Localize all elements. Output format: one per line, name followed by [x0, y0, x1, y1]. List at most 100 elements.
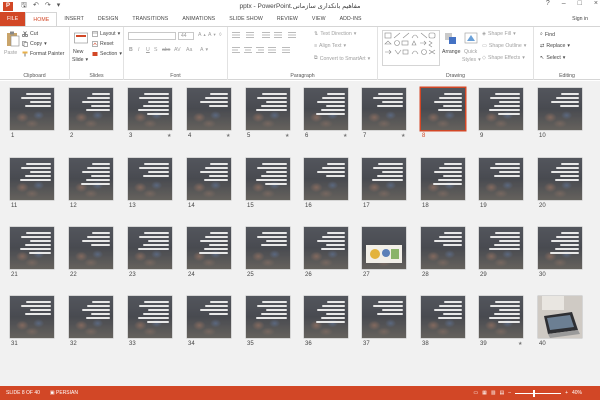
zoom-slider-thumb[interactable]	[532, 389, 535, 397]
slide-thumbnail-30[interactable]	[538, 227, 582, 269]
zoom-slider[interactable]	[515, 389, 562, 397]
maximize-button[interactable]: □	[578, 0, 582, 7]
slide-thumbnail-38[interactable]	[421, 296, 465, 338]
slide-thumbnail-16[interactable]	[304, 158, 348, 200]
slide-thumbnail-26[interactable]	[304, 227, 348, 269]
shapes-gallery[interactable]	[382, 30, 440, 66]
animation-star-icon[interactable]: ★	[401, 133, 405, 139]
font-color-button[interactable]: A ▾	[200, 47, 208, 53]
zoom-level[interactable]: 40%	[572, 390, 582, 396]
language-indicator[interactable]: ▣ PERSIAN	[50, 390, 78, 396]
slide-thumbnail-21[interactable]	[10, 227, 54, 269]
slide-thumbnail-5[interactable]	[246, 88, 290, 130]
slide-thumbnail-27[interactable]	[362, 227, 406, 269]
character-spacing-button[interactable]: AV	[174, 47, 181, 53]
powerpoint-app-icon[interactable]: P	[3, 1, 13, 11]
arrange-button[interactable]: Arrange	[442, 49, 460, 55]
tab-animations[interactable]: ANIMATIONS	[175, 12, 222, 26]
font-name-combo[interactable]	[128, 32, 176, 40]
reset-button[interactable]: Reset	[92, 41, 114, 47]
shape-effects-button[interactable]: ◇ Shape Effects ▾	[482, 55, 525, 61]
grow-font-button[interactable]: A ▴	[198, 32, 206, 38]
tab-review[interactable]: REVIEW	[270, 12, 305, 26]
redo-icon[interactable]: ↷	[45, 1, 51, 12]
undo-icon[interactable]: ↶	[33, 1, 39, 12]
slide-thumbnail-2[interactable]	[69, 88, 113, 130]
cut-button[interactable]: Cut	[22, 31, 38, 37]
sorter-view-icon[interactable]: ▦	[482, 390, 487, 396]
sign-in-link[interactable]: Sign in	[572, 16, 588, 22]
animation-star-icon[interactable]: ★	[343, 133, 347, 139]
arrange-icon[interactable]	[444, 31, 458, 47]
normal-view-icon[interactable]: ▭	[473, 390, 478, 396]
shape-fill-button[interactable]: ◈ Shape Fill ▾	[482, 31, 516, 37]
tab-add-ins[interactable]: ADD-INS	[333, 12, 369, 26]
quick-styles-button[interactable]: Quick	[464, 49, 477, 55]
new-slide-dropdown[interactable]: Slide ▾	[72, 57, 88, 63]
slide-thumbnail-22[interactable]	[69, 227, 113, 269]
slide-thumbnail-3[interactable]	[128, 88, 172, 130]
paste-icon[interactable]	[6, 31, 20, 47]
paste-button[interactable]: Paste	[4, 50, 17, 56]
clear-formatting-icon[interactable]: ◊	[219, 32, 222, 38]
slide-thumbnail-39[interactable]	[479, 296, 523, 338]
tab-insert[interactable]: INSERT	[57, 12, 91, 26]
text-shadow-button[interactable]: S	[154, 47, 157, 53]
slide-thumbnail-29[interactable]	[479, 227, 523, 269]
slide-thumbnail-10[interactable]	[538, 88, 582, 130]
slide-thumbnail-4[interactable]	[187, 88, 231, 130]
zoom-in-button[interactable]: +	[565, 390, 568, 396]
slide-thumbnail-28[interactable]	[421, 227, 465, 269]
slide-thumbnail-18[interactable]	[421, 158, 465, 200]
find-button[interactable]: ⌕ Find	[540, 31, 555, 38]
convert-smartart-button[interactable]: ⧉ Convert to SmartArt ▾	[314, 55, 370, 62]
animation-star-icon[interactable]: ★	[167, 133, 171, 139]
tab-view[interactable]: VIEW	[305, 12, 333, 26]
minimize-button[interactable]: –	[562, 0, 566, 7]
list-buttons-icon[interactable]	[232, 31, 312, 39]
tab-slide-show[interactable]: SLIDE SHOW	[222, 12, 270, 26]
slide-thumbnail-12[interactable]	[69, 158, 113, 200]
customize-qat-icon[interactable]: ▾	[57, 1, 61, 12]
save-icon[interactable]: 🖫	[21, 1, 27, 12]
section-button[interactable]: Section ▾	[92, 51, 122, 57]
new-slide-icon[interactable]	[74, 31, 88, 47]
slide-thumbnail-9[interactable]	[479, 88, 523, 130]
slide-thumbnail-8[interactable]	[421, 88, 465, 130]
underline-button[interactable]: U	[146, 47, 150, 53]
tab-home[interactable]: HOME	[25, 12, 58, 26]
quick-styles-icon[interactable]	[464, 31, 478, 47]
slideshow-view-icon[interactable]: ▤	[500, 390, 505, 396]
slide-thumbnail-24[interactable]	[187, 227, 231, 269]
select-button[interactable]: ↖ Select ▾	[540, 55, 565, 61]
slide-thumbnail-40[interactable]	[538, 296, 582, 338]
slide-thumbnail-34[interactable]	[187, 296, 231, 338]
text-direction-button[interactable]: ⇅ Text Direction ▾	[314, 31, 356, 37]
slide-thumbnail-6[interactable]	[304, 88, 348, 130]
shrink-font-button[interactable]: A ▾	[208, 32, 216, 38]
close-button[interactable]: ×	[594, 0, 598, 7]
animation-star-icon[interactable]: ★	[518, 341, 522, 347]
slide-thumbnail-1[interactable]	[10, 88, 54, 130]
slide-thumbnail-25[interactable]	[246, 227, 290, 269]
slide-thumbnail-32[interactable]	[69, 296, 113, 338]
bold-button[interactable]: B	[129, 47, 133, 53]
new-slide-button[interactable]: New	[73, 49, 83, 55]
slide-thumbnail-37[interactable]	[362, 296, 406, 338]
slide-thumbnail-13[interactable]	[128, 158, 172, 200]
alignment-buttons-icon[interactable]	[232, 46, 312, 54]
slide-thumbnail-17[interactable]	[362, 158, 406, 200]
tab-design[interactable]: DESIGN	[91, 12, 126, 26]
slide-thumbnail-35[interactable]	[246, 296, 290, 338]
zoom-out-button[interactable]: –	[508, 390, 511, 396]
slide-thumbnail-19[interactable]	[479, 158, 523, 200]
font-size-combo[interactable]: 44	[178, 32, 194, 40]
replace-button[interactable]: ⇄ Replace ▾	[540, 43, 570, 49]
slide-thumbnail-36[interactable]	[304, 296, 348, 338]
italic-button[interactable]: I	[138, 47, 139, 53]
slide-thumbnail-15[interactable]	[246, 158, 290, 200]
slide-thumbnail-7[interactable]	[362, 88, 406, 130]
layout-button[interactable]: Layout ▾	[92, 31, 120, 37]
change-case-button[interactable]: Aa	[186, 47, 192, 53]
tab-file[interactable]: FILE	[0, 12, 26, 26]
